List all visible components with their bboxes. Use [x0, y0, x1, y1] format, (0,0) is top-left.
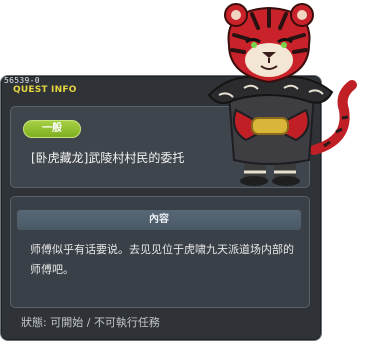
quest-name: [卧虎藏龙]武陵村村民的委托	[31, 151, 185, 165]
quest-content-panel: 內容 师傅似乎有话要说。去见见位于虎啸九天派道场内部的师傅吧。	[10, 196, 310, 308]
window-title: QUEST INFO	[13, 85, 77, 95]
quest-status: 狀態: 可開始 / 不可執行任務	[21, 316, 160, 329]
content-text: 师傅似乎有话要说。去见见位于虎啸九天派道场内部的师傅吧。	[30, 243, 294, 276]
content-header: 內容	[17, 210, 301, 230]
tiger-npc-icon	[207, 3, 357, 186]
category-badge: 一般	[23, 120, 81, 138]
quest-id: 56539-0	[4, 76, 40, 85]
